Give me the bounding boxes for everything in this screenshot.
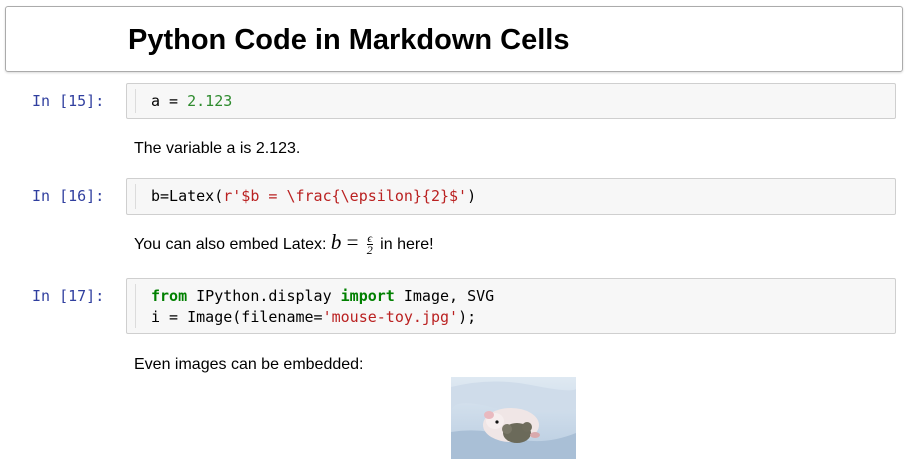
code-text: ); <box>458 308 477 326</box>
code-cell-17[interactable]: from IPython.display import Image, SVG i… <box>126 278 896 334</box>
cell-prompt-17: In [17]: <box>32 287 105 305</box>
page-title: Python Code in Markdown Cells <box>128 24 570 56</box>
latex-equals: = <box>341 230 364 254</box>
code-text: i = Image(filename= <box>151 308 323 326</box>
code-text: ) <box>467 187 477 205</box>
markdown-images-text: Even images can be embedded: <box>134 356 364 373</box>
code-text: b=Latex( <box>151 187 224 205</box>
code-cell-16[interactable]: b=Latex(r'$b = \frac{\epsilon}{2}$') <box>126 178 896 215</box>
markdown-latex-line: You can also embed Latex: b = ϵ2 in here… <box>134 230 434 256</box>
code-keyword: import <box>340 287 395 305</box>
latex-outro-text: in here! <box>375 236 434 253</box>
code-number: 2.123 <box>187 92 233 110</box>
cell-prompt-16: In [16]: <box>32 187 105 205</box>
latex-denominator: 2 <box>366 243 373 258</box>
markdown-variable-text: The variable a is 2.123. <box>134 140 301 157</box>
code-text: a = <box>151 92 188 110</box>
code-string: 'mouse-toy.jpg' <box>322 308 459 326</box>
mouse-toy-photo <box>451 377 576 459</box>
code-text: IPython.display <box>187 287 341 305</box>
mouse-toy-image <box>451 377 576 459</box>
latex-variable: b <box>330 230 342 254</box>
code-text: Image, SVG <box>394 287 495 305</box>
latex-fraction: ϵ2 <box>366 232 373 258</box>
latex-intro-text: You can also embed Latex: <box>134 236 331 253</box>
code-keyword: from <box>151 287 188 305</box>
cell-prompt-15: In [15]: <box>32 92 105 110</box>
code-cell-15[interactable]: a = 2.123 <box>126 83 896 119</box>
code-string: r'$b = \frac{\epsilon}{2}$' <box>223 187 468 205</box>
